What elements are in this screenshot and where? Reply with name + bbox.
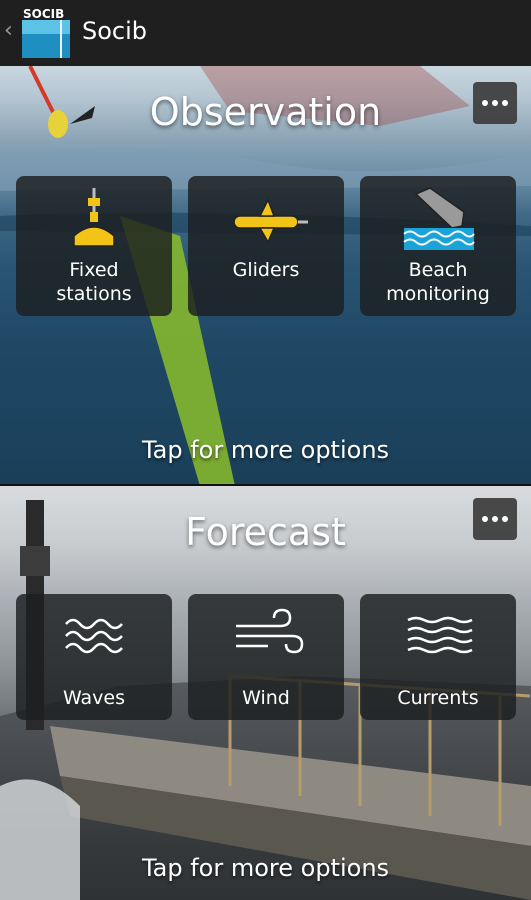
overflow-dot: [482, 516, 488, 522]
overflow-dot: [492, 100, 498, 106]
glider-icon: [233, 198, 308, 244]
tile-label: Wind: [242, 687, 290, 709]
forecast-title: Forecast: [185, 510, 346, 554]
overflow-dot: [502, 100, 508, 106]
overflow-dot: [502, 516, 508, 522]
app-title: Socib: [82, 17, 148, 45]
overflow-dot: [492, 516, 498, 522]
observation-more-button[interactable]: [473, 82, 517, 124]
currents-icon: [407, 616, 473, 654]
forecast-hint[interactable]: Tap for more options: [0, 854, 531, 882]
currents-tile[interactable]: Currents: [360, 594, 516, 720]
waves-icon: [65, 618, 123, 654]
gliders-tile[interactable]: Gliders: [188, 176, 344, 316]
overflow-dot: [482, 100, 488, 106]
wind-tile[interactable]: Wind: [188, 594, 344, 720]
tile-label: Currents: [397, 687, 479, 709]
forecast-more-button[interactable]: [473, 498, 517, 540]
beach-monitoring-tile[interactable]: Beach monitoring: [360, 176, 516, 316]
action-bar: ‹ SOCIB Socib: [0, 0, 531, 68]
tile-label: Gliders: [232, 259, 300, 281]
socib-logo[interactable]: SOCIB: [22, 6, 72, 58]
fixed-stations-tile[interactable]: Fixed stations: [16, 176, 172, 316]
tile-label: Beach monitoring: [386, 259, 490, 305]
observation-title: Observation: [149, 90, 382, 134]
tile-label: Waves: [62, 687, 126, 709]
beach-camera-icon: [403, 187, 475, 250]
tile-label: Fixed stations: [56, 259, 132, 305]
forecast-section[interactable]: Forecast Waves Wind Currents Tap for mor…: [0, 486, 531, 900]
buoy-icon: [73, 188, 115, 247]
wind-icon: [236, 608, 304, 654]
waves-tile[interactable]: Waves: [16, 594, 172, 720]
observation-section[interactable]: Observation Fixed stations Gliders Beach…: [0, 66, 531, 484]
observation-hint[interactable]: Tap for more options: [0, 436, 531, 464]
chevron-left-icon[interactable]: ‹: [4, 18, 13, 43]
svg-text:SOCIB: SOCIB: [23, 7, 64, 21]
